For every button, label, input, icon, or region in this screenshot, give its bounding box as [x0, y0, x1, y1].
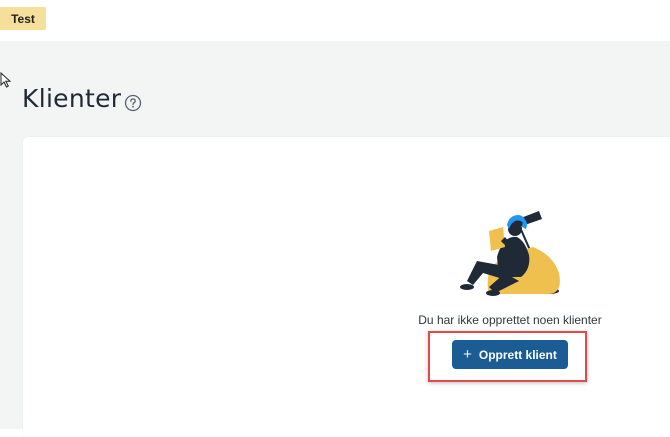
mouse-cursor-icon	[0, 72, 12, 88]
create-client-button[interactable]: + Opprett klient	[452, 340, 568, 369]
person-reading-illustration	[460, 211, 560, 296]
clients-card	[23, 137, 670, 437]
page-title: Klienter	[22, 84, 122, 113]
environment-badge: Test	[0, 7, 46, 30]
empty-state-message: Du har ikke opprettet noen klienter	[418, 313, 602, 327]
help-icon[interactable]	[124, 94, 142, 112]
create-client-label: Opprett klient	[478, 347, 557, 362]
plus-icon: +	[463, 346, 472, 363]
